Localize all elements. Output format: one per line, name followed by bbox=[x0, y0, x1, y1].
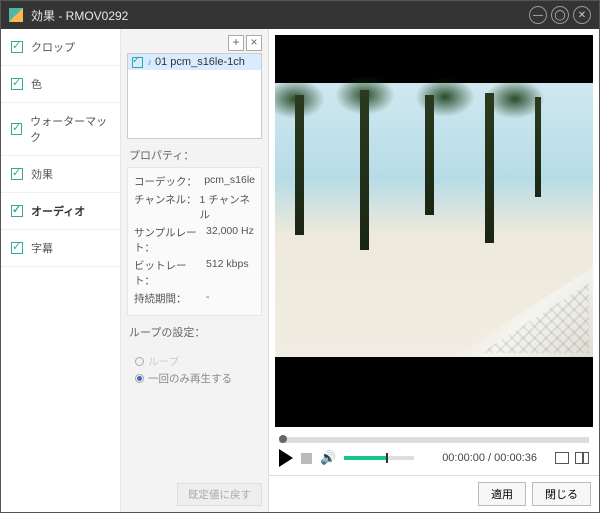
loop-settings: ループ 一回のみ再生する bbox=[127, 350, 262, 390]
music-note-icon: ♪ bbox=[147, 57, 152, 68]
preview-panel: 🔊 00:00:00 / 00:00:36 適用 閉じる bbox=[269, 29, 599, 512]
checkbox-icon bbox=[11, 41, 23, 53]
prop-value: 512 kbps bbox=[206, 258, 249, 288]
scrub-handle[interactable] bbox=[279, 435, 287, 443]
sidebar-item-audio[interactable]: オーディオ bbox=[1, 193, 120, 230]
radio-icon bbox=[135, 357, 144, 366]
track-row[interactable]: ♪ 01 pcm_s16le-1ch bbox=[128, 54, 261, 70]
prop-key: チャンネル： bbox=[134, 192, 200, 222]
compare-button[interactable] bbox=[575, 452, 589, 464]
playback-controls: 🔊 00:00:00 / 00:00:36 bbox=[269, 443, 599, 475]
checkbox-icon bbox=[11, 78, 23, 90]
minimize-button[interactable]: — bbox=[529, 6, 547, 24]
volume-icon[interactable]: 🔊 bbox=[320, 450, 336, 466]
sidebar-item-subtitle[interactable]: 字幕 bbox=[1, 230, 120, 267]
window-title: 効果 - RMOV0292 bbox=[31, 7, 128, 24]
track-label: 01 pcm_s16le-1ch bbox=[155, 56, 245, 68]
radio-icon bbox=[135, 374, 144, 383]
sidebar-item-label: ウォーターマック bbox=[30, 113, 110, 145]
properties-panel: + × ♪ 01 pcm_s16le-1ch プロパティ： コーデック：pcm_… bbox=[121, 29, 269, 512]
prop-value: pcm_s16le bbox=[204, 174, 255, 189]
sidebar: クロップ 色 ウォーターマック 効果 オーディオ 字幕 bbox=[1, 29, 121, 512]
add-track-button[interactable]: + bbox=[228, 35, 244, 51]
scrub-bar[interactable] bbox=[279, 437, 589, 443]
checkbox-icon bbox=[11, 242, 23, 254]
play-button[interactable] bbox=[279, 449, 293, 467]
option-label: ループ bbox=[148, 354, 179, 369]
prop-key: コーデック： bbox=[134, 174, 204, 189]
maximize-button[interactable]: ◯ bbox=[551, 6, 569, 24]
volume-slider[interactable] bbox=[344, 456, 414, 460]
remove-track-button[interactable]: × bbox=[246, 35, 262, 51]
loop-option-loop[interactable]: ループ bbox=[135, 354, 260, 369]
prop-value: 32,000 Hz bbox=[206, 225, 254, 255]
sidebar-item-label: 色 bbox=[31, 76, 42, 92]
properties-box: コーデック：pcm_s16le チャンネル：1 チャンネル サンプルレート：32… bbox=[127, 167, 262, 316]
reset-defaults-button[interactable]: 既定値に戻す bbox=[177, 483, 262, 506]
prop-key: ビットレート： bbox=[134, 258, 206, 288]
properties-title: プロパティ： bbox=[129, 147, 262, 163]
prop-key: サンプルレート： bbox=[134, 225, 206, 255]
sidebar-item-watermark[interactable]: ウォーターマック bbox=[1, 103, 120, 156]
close-window-button[interactable]: ✕ bbox=[573, 6, 591, 24]
loop-option-once[interactable]: 一回のみ再生する bbox=[135, 371, 260, 386]
sidebar-item-effect[interactable]: 効果 bbox=[1, 156, 120, 193]
sidebar-item-color[interactable]: 色 bbox=[1, 66, 120, 103]
checkbox-icon[interactable] bbox=[132, 57, 143, 68]
sidebar-item-label: オーディオ bbox=[31, 203, 85, 219]
option-label: 一回のみ再生する bbox=[148, 371, 232, 386]
checkbox-icon bbox=[11, 123, 22, 135]
track-list[interactable]: ♪ 01 pcm_s16le-1ch bbox=[127, 53, 262, 139]
apply-button[interactable]: 適用 bbox=[478, 482, 526, 506]
prop-key: 持続期間： bbox=[134, 291, 206, 306]
sidebar-item-label: クロップ bbox=[31, 39, 75, 55]
checkbox-icon bbox=[11, 168, 23, 180]
video-preview[interactable] bbox=[275, 35, 593, 427]
titlebar: 効果 - RMOV0292 — ◯ ✕ bbox=[1, 1, 599, 29]
loop-title: ループの設定： bbox=[129, 324, 262, 340]
snapshot-button[interactable] bbox=[555, 452, 569, 464]
sidebar-item-crop[interactable]: クロップ bbox=[1, 29, 120, 66]
dialog-footer: 適用 閉じる bbox=[269, 475, 599, 512]
app-icon bbox=[9, 8, 23, 22]
prop-value: - bbox=[206, 291, 210, 306]
close-button[interactable]: 閉じる bbox=[532, 482, 591, 506]
sidebar-item-label: 字幕 bbox=[31, 240, 53, 256]
time-display: 00:00:00 / 00:00:36 bbox=[442, 452, 537, 464]
checkbox-icon bbox=[11, 205, 23, 217]
sidebar-item-label: 効果 bbox=[31, 166, 53, 182]
prop-value: 1 チャンネル bbox=[200, 192, 255, 222]
stop-button[interactable] bbox=[301, 453, 312, 464]
